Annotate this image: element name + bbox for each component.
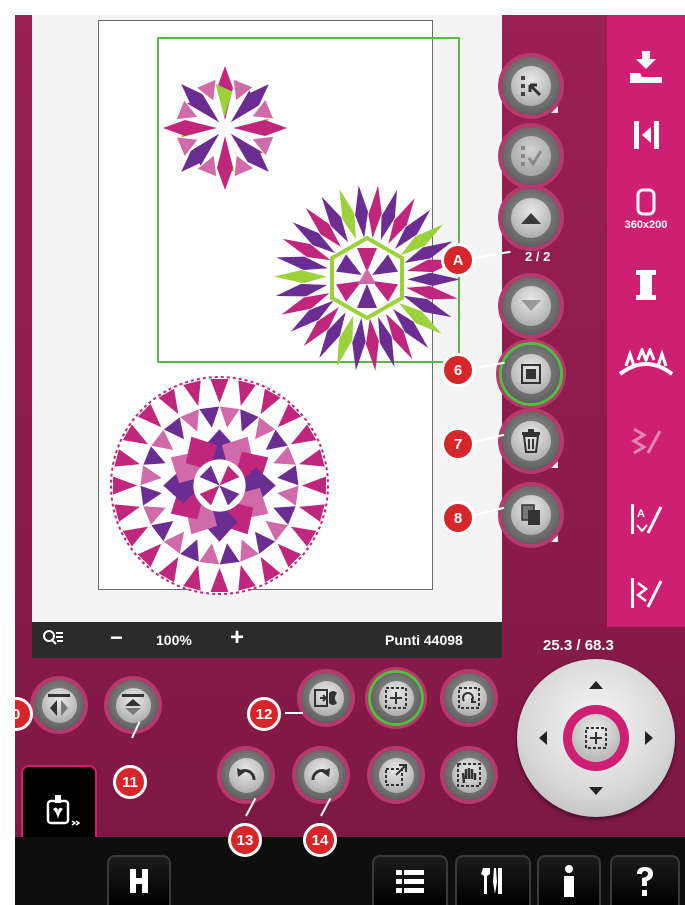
hoop-button[interactable]: 360x200 bbox=[607, 179, 685, 239]
joystick-center-button[interactable] bbox=[563, 705, 629, 771]
hoop-size-label: 360x200 bbox=[624, 219, 668, 231]
zoom-list-icon[interactable] bbox=[42, 628, 64, 653]
info-button[interactable] bbox=[537, 855, 601, 905]
move-to-center-icon bbox=[385, 687, 407, 709]
undo-button[interactable] bbox=[221, 750, 271, 800]
zoom-in-button[interactable]: + bbox=[230, 624, 244, 652]
mirror-vertical-button[interactable] bbox=[108, 680, 158, 730]
callout-leader bbox=[320, 797, 332, 817]
callout-badge: 11 bbox=[113, 765, 147, 799]
info-icon bbox=[564, 865, 574, 897]
text-edit-icon: A bbox=[631, 504, 663, 534]
callout-badge: 8 bbox=[441, 501, 475, 535]
stitch-creator-icon bbox=[631, 427, 662, 455]
group-designs-button[interactable] bbox=[301, 673, 351, 723]
down-arrow-icon bbox=[521, 300, 541, 311]
select-all-button[interactable] bbox=[502, 127, 560, 185]
settings-button[interactable] bbox=[455, 855, 531, 905]
callout-badge: 14 bbox=[303, 823, 337, 857]
sewing-mode-icon bbox=[130, 869, 148, 893]
callout-badge: 7 bbox=[441, 427, 475, 461]
rotate-icon bbox=[458, 687, 480, 709]
next-design-button[interactable] bbox=[502, 277, 560, 335]
undo-icon bbox=[237, 768, 256, 781]
taskbar bbox=[15, 837, 685, 905]
up-arrow-icon bbox=[521, 213, 541, 224]
stitch-program-icon bbox=[631, 578, 663, 608]
joystick-up-icon[interactable] bbox=[589, 681, 603, 689]
position-readout: 25.3 / 68.3 bbox=[543, 637, 614, 654]
thread-button[interactable] bbox=[607, 255, 685, 315]
select-arrow-icon bbox=[521, 76, 542, 97]
callout-leader bbox=[245, 797, 257, 817]
help-button[interactable] bbox=[610, 855, 680, 905]
joystick-down-icon[interactable] bbox=[589, 787, 603, 795]
design-canvas[interactable] bbox=[32, 15, 502, 622]
callout-badge: 13 bbox=[228, 823, 262, 857]
align-icon bbox=[634, 121, 659, 149]
menu-button[interactable] bbox=[372, 855, 448, 905]
pan-button[interactable] bbox=[444, 750, 494, 800]
hoop-icon bbox=[636, 188, 656, 216]
layer-icon bbox=[521, 364, 541, 384]
zoom-level: 100% bbox=[156, 632, 192, 648]
duplicate-button[interactable] bbox=[502, 486, 560, 544]
joystick-left-icon[interactable] bbox=[539, 731, 547, 745]
redo-icon bbox=[311, 768, 330, 781]
mirror-horizontal-button[interactable] bbox=[34, 680, 84, 730]
joystick-right-icon[interactable] bbox=[645, 731, 653, 745]
callout-badge: 12 bbox=[247, 697, 281, 731]
joystick-center-icon bbox=[585, 727, 607, 749]
callout-badge: 0 bbox=[15, 697, 33, 731]
previous-design-button[interactable] bbox=[502, 189, 560, 247]
rotate-button[interactable] bbox=[444, 673, 494, 723]
trash-icon bbox=[522, 429, 540, 453]
sewing-mode-button[interactable] bbox=[107, 855, 171, 905]
design-star-small[interactable] bbox=[160, 53, 290, 203]
thread-spool-icon bbox=[636, 270, 656, 300]
group-icon bbox=[314, 689, 337, 707]
embroidery-edit-screen: − 100% + Punti 44098 2 / 2 360x200 A 25.… bbox=[15, 15, 685, 905]
menu-list-icon bbox=[396, 870, 424, 893]
mirror-horizontal-icon bbox=[48, 694, 70, 716]
checklist-icon bbox=[521, 146, 543, 167]
settings-tools-icon bbox=[481, 868, 502, 894]
callout-badge: 6 bbox=[441, 353, 475, 387]
scale-button[interactable] bbox=[371, 750, 421, 800]
delete-button[interactable] bbox=[502, 412, 560, 470]
scale-icon bbox=[385, 764, 407, 786]
select-design-button[interactable] bbox=[502, 57, 560, 115]
text-edit-button[interactable]: A bbox=[607, 489, 685, 549]
move-joystick[interactable] bbox=[517, 659, 675, 817]
pan-hand-icon bbox=[457, 763, 481, 787]
stitch-program-button[interactable] bbox=[607, 563, 685, 623]
right-toolbar: 360x200 A bbox=[607, 15, 685, 627]
svg-text:A: A bbox=[637, 508, 645, 520]
stitch-edit-button[interactable] bbox=[607, 333, 685, 393]
stitch-count: Punti 44098 bbox=[385, 632, 463, 648]
layer-button[interactable] bbox=[502, 345, 560, 403]
zoom-out-button[interactable]: − bbox=[110, 625, 123, 651]
callout-badge: A bbox=[441, 243, 475, 277]
stitch-edit-icon bbox=[618, 348, 674, 376]
embroidery-mode-icon bbox=[46, 795, 81, 826]
stitch-creator-button[interactable] bbox=[607, 411, 685, 471]
callout-leader bbox=[285, 712, 303, 714]
save-icon bbox=[630, 51, 662, 83]
mirror-vertical-icon bbox=[122, 694, 144, 715]
redo-button[interactable] bbox=[296, 750, 346, 800]
move-to-center-button[interactable] bbox=[371, 673, 421, 723]
zoom-status-bar: − 100% + Punti 44098 bbox=[32, 622, 502, 658]
save-button[interactable] bbox=[607, 37, 685, 97]
copy-icon bbox=[521, 504, 540, 525]
design-swirl[interactable] bbox=[267, 183, 467, 373]
design-round-mandala[interactable] bbox=[107, 373, 332, 598]
align-button[interactable] bbox=[607, 105, 685, 165]
help-icon bbox=[637, 867, 653, 896]
design-pager: 2 / 2 bbox=[525, 249, 551, 264]
